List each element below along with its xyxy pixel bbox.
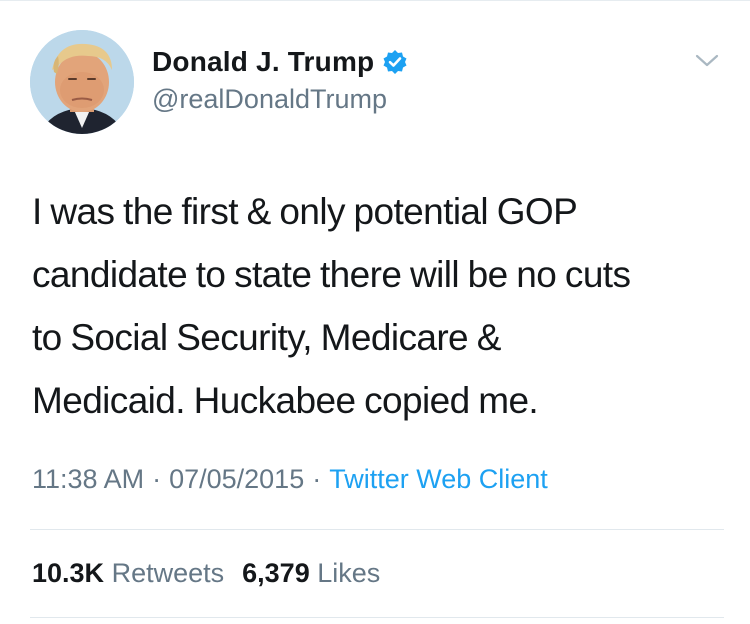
likes-stat[interactable]: 6,379 Likes [242,558,380,588]
retweets-label: Retweets [111,558,225,588]
tweet-date[interactable]: 07/05/2015 [169,464,304,494]
name-row: Donald J. Trump [152,44,408,80]
top-divider [0,0,750,1]
tweet-stats: 10.3K Retweets 6,379 Likes [32,558,380,589]
likes-label: Likes [317,558,381,588]
retweets-count: 10.3K [32,558,105,588]
divider [30,529,724,530]
verified-badge-icon [382,49,408,75]
tweet-line: candidate to state there will be no cuts [32,254,631,295]
divider [30,617,724,618]
separator-dot: · [312,464,322,494]
user-names: Donald J. Trump @realDonaldTrump [152,44,408,115]
tweet-line: Medicaid. Huckabee copied me. [32,380,539,421]
tweet-header: Donald J. Trump @realDonaldTrump [30,30,730,134]
tweet-line: I was the first & only potential GOP [32,191,578,232]
avatar-image [30,30,134,134]
separator-dot: · [152,464,162,494]
display-name[interactable]: Donald J. Trump [152,46,374,78]
tweet-meta: 11:38 AM · 07/05/2015 · Twitter Web Client [32,464,548,495]
likes-count: 6,379 [242,558,310,588]
avatar[interactable] [30,30,134,134]
chevron-down-icon[interactable] [694,52,720,70]
tweet-time[interactable]: 11:38 AM [32,464,144,494]
tweet-line: to Social Security, Medicare & [32,317,501,358]
tweet-source-link[interactable]: Twitter Web Client [329,464,548,494]
retweets-stat[interactable]: 10.3K Retweets [32,558,224,588]
user-handle[interactable]: @realDonaldTrump [152,84,408,115]
tweet-text: I was the first & only potential GOP can… [32,180,722,432]
